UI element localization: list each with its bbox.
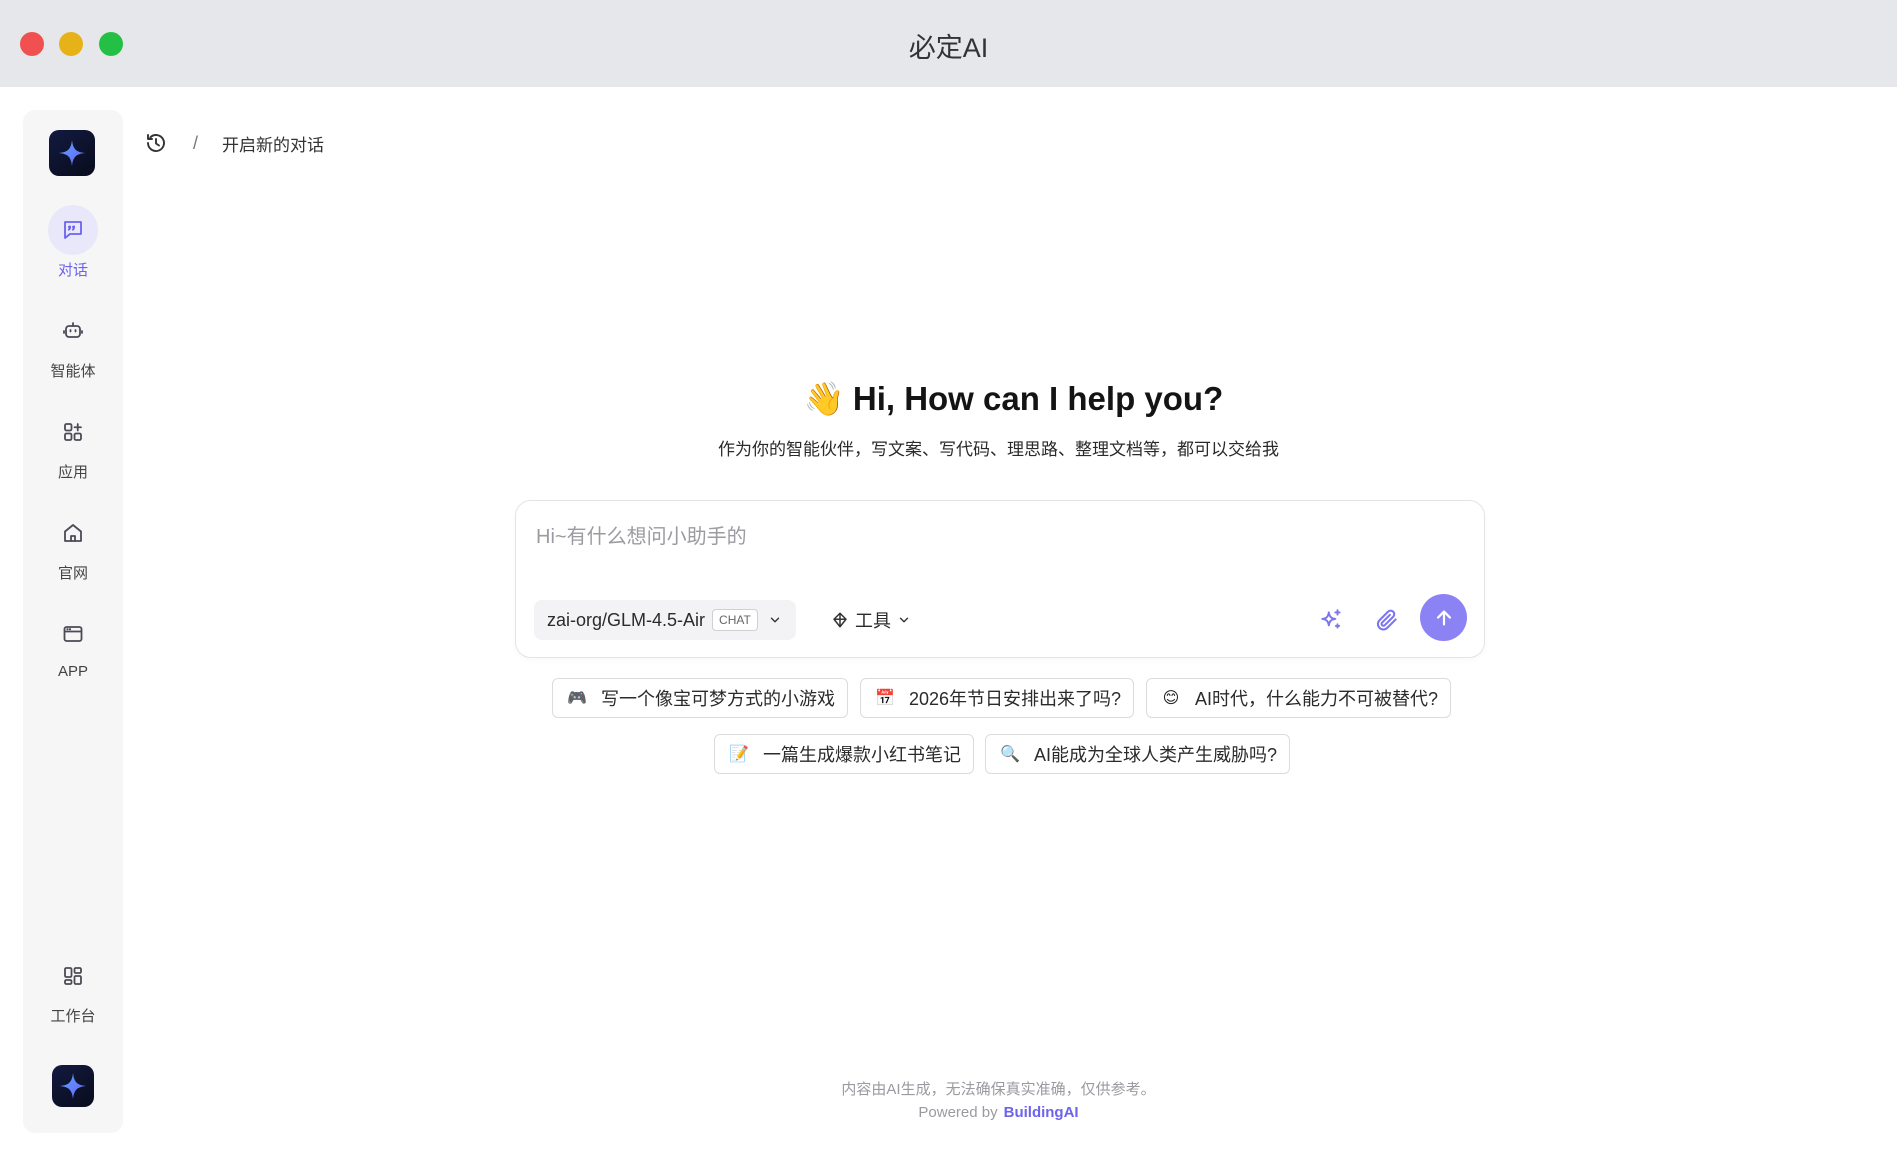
greeting-title: 👋 Hi, How can I help you?: [0, 380, 1897, 419]
suggestion-chip[interactable]: 📅 2026年节日安排出来了吗?: [860, 678, 1135, 718]
chevron-down-icon: [770, 617, 780, 623]
waving-hand-icon: 👋: [803, 380, 845, 417]
sidebar-item-label: 官网: [57, 565, 88, 582]
model-name: zai-org/GLM-4.5-Air: [547, 609, 706, 630]
chat-icon: [48, 205, 98, 255]
suggestion-label: AI时代，什么能力不可被替代?: [1195, 689, 1439, 709]
sidebar-item-website[interactable]: 官网: [23, 508, 123, 598]
suggestion-label: 一篇生成爆款小红书笔记: [763, 745, 961, 765]
attach-file-button[interactable]: [1367, 600, 1407, 640]
tools-dropdown[interactable]: 工具: [831, 600, 911, 640]
home-icon: [48, 508, 98, 558]
sidebar: 对话 智能体 应用 官网 APP 工作台: [23, 110, 123, 1133]
robot-icon: [48, 306, 98, 356]
magnifier-icon: 🔍: [1000, 746, 1020, 763]
tools-icon: [833, 612, 847, 628]
suggestion-label: 2026年节日安排出来了吗?: [909, 689, 1122, 709]
breadcrumb-current: 开启新的对话: [222, 135, 325, 155]
prompt-optimize-button[interactable]: [1311, 600, 1351, 640]
sidebar-item-workspace[interactable]: 工作台: [23, 951, 123, 1041]
sidebar-item-label: 工作台: [50, 1008, 96, 1025]
smiley-icon: 😊: [1162, 690, 1180, 707]
suggestion-chip[interactable]: 😊 AI时代，什么能力不可被替代?: [1146, 678, 1452, 718]
greeting-text: Hi, How can I help you?: [852, 380, 1224, 417]
arrow-up-icon: [1436, 609, 1451, 626]
breadcrumb: / 开启新的对话: [142, 128, 324, 158]
sidebar-item-label: APP: [57, 663, 88, 680]
sidebar-item-label: 智能体: [50, 363, 96, 380]
brand-link[interactable]: BuildingAI: [1004, 1104, 1079, 1121]
tools-label: 工具: [855, 611, 891, 631]
sparkle-logo-icon: [59, 140, 85, 166]
powered-by: Powered by BuildingAI: [0, 1104, 1897, 1121]
model-type-badge: CHAT: [712, 609, 758, 631]
paperclip-icon: [1376, 609, 1397, 631]
suggestion-chip[interactable]: 🎮 写一个像宝可梦方式的小游戏: [552, 678, 848, 718]
app-window-icon: [48, 609, 98, 659]
history-icon[interactable]: [142, 129, 170, 157]
suggestion-label: 写一个像宝可梦方式的小游戏: [601, 689, 835, 709]
send-button[interactable]: [1420, 594, 1467, 641]
sidebar-item-chat[interactable]: 对话: [23, 205, 123, 295]
window-title: 必定AI: [908, 33, 989, 63]
chevron-down-icon: [899, 617, 909, 623]
title-bar: 必定AI: [0, 0, 1897, 87]
message-input[interactable]: [536, 519, 1436, 555]
suggestion-chip[interactable]: 🔍 AI能成为全球人类产生威胁吗?: [985, 734, 1291, 774]
chat-composer: zai-org/GLM-4.5-Air CHAT 工具: [515, 500, 1485, 658]
calendar-icon: 📅: [875, 690, 895, 707]
sparkles-icon: [1321, 609, 1341, 629]
breadcrumb-separator: /: [193, 132, 199, 153]
sidebar-item-label: 应用: [57, 464, 88, 481]
gamepad-icon: 🎮: [567, 690, 587, 707]
greeting-subtitle: 作为你的智能伙伴，写文案、写代码、理思路、整理文档等，都可以交给我: [718, 440, 1279, 459]
sidebar-item-label: 对话: [57, 262, 88, 279]
model-selector[interactable]: zai-org/GLM-4.5-Air CHAT: [534, 600, 796, 640]
powered-by-prefix: Powered by: [918, 1104, 998, 1121]
sidebar-item-app[interactable]: APP: [23, 609, 123, 699]
suggestion-label: AI能成为全球人类产生威胁吗?: [1034, 745, 1278, 765]
ai-disclaimer: 内容由AI生成，无法确保真实准确，仅供参考。: [841, 1081, 1156, 1098]
memo-icon: 📝: [729, 746, 749, 763]
suggestion-chip[interactable]: 📝 一篇生成爆款小红书笔记: [714, 734, 974, 774]
app-logo[interactable]: [49, 130, 95, 176]
workspace-grid-icon: [48, 951, 98, 1001]
